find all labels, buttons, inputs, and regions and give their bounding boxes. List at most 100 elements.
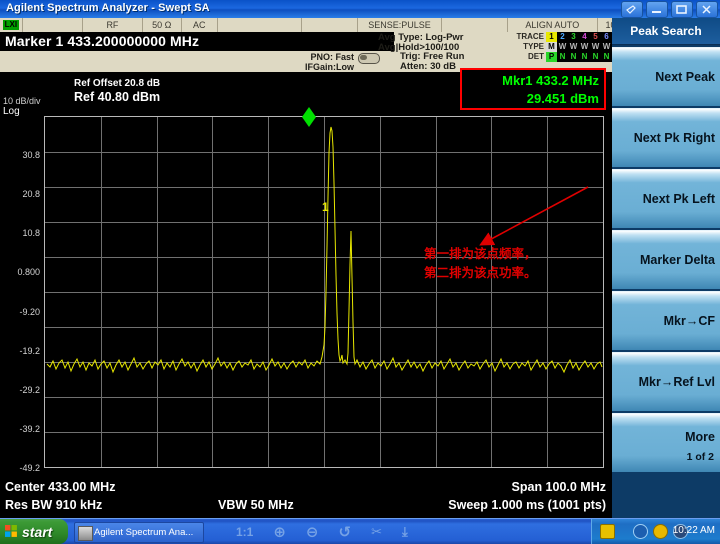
softkey-next-pk-left[interactable]: Next Pk Left (612, 169, 720, 228)
status-coupling: AC (182, 18, 219, 32)
pno-ifgain-block[interactable]: PNO: Fast IFGain:Low (268, 52, 354, 72)
trace-type-6[interactable]: W (601, 42, 612, 52)
db-per-div-label: 10 dB/div (3, 96, 41, 106)
help-tray-icon[interactable] (600, 524, 615, 539)
y-tick-3: 0.800 (17, 267, 40, 277)
window-buttons (621, 1, 718, 18)
softkey-more-page: 1 of 2 (687, 451, 714, 463)
y-tick-7: -39.2 (19, 424, 40, 434)
trace-det-1[interactable]: P (546, 52, 557, 62)
bottom-info-bar: Center 433.00 MHz Span 100.0 MHz Res BW … (0, 478, 612, 518)
trace-legend: TRACE 1 2 3 4 5 6 TYPE M W W W W (513, 32, 612, 64)
softkey-marker-delta-label: Marker Delta (640, 253, 715, 267)
marker-readout-box: Mkr1 433.2 MHz 29.451 dBm (460, 68, 606, 110)
trace-type-2[interactable]: W (557, 42, 568, 52)
trace-num-4[interactable]: 4 (579, 32, 590, 42)
softkey-mkr-to-ref-lvl-label: Mkr→Ref Lvl (639, 375, 715, 389)
zoom-1-to-1-icon[interactable]: 1:1 (236, 525, 253, 539)
spectrum-analyzer-window: Agilent Spectrum Analyzer - Swept SA LXI… (0, 0, 720, 543)
y-tick-2: 10.8 (22, 228, 40, 238)
type-row-label: TYPE (513, 42, 546, 52)
trace-curve (45, 117, 603, 467)
res-bw-label: Res BW 910 kHz (5, 498, 102, 512)
window-titlebar: Agilent Spectrum Analyzer - Swept SA (0, 0, 720, 19)
lxi-badge: LXI (3, 20, 19, 30)
softkey-menu-title: Peak Search (612, 18, 720, 45)
trace-type-5[interactable]: W (590, 42, 601, 52)
lock-tray-icon[interactable] (653, 524, 668, 539)
pno-label: PNO: Fast (268, 52, 354, 62)
annotation-line-2: 第二排为该点功率。 (424, 263, 537, 282)
det-row: DET P N N N N N (513, 52, 612, 62)
det-row-label: DET (513, 52, 546, 62)
zoom-in-icon[interactable]: ⊕ (273, 523, 286, 541)
marker-readout-frequency: Mkr1 433.2 MHz (462, 70, 604, 90)
system-tray: 10:22 AM (591, 519, 720, 544)
trigger-block: Trig: Free Run Atten: 30 dB (400, 52, 464, 72)
vbw-label: VBW 50 MHz (218, 498, 294, 512)
trace-num-1[interactable]: 1 (546, 32, 557, 42)
softkey-next-pk-right[interactable]: Next Pk Right (612, 108, 720, 167)
softkey-mkr-to-cf[interactable]: Mkr→CF (612, 291, 720, 350)
softkey-marker-delta[interactable]: Marker Delta (612, 230, 720, 289)
y-tick-0: 30.8 (22, 150, 40, 160)
save-icon[interactable]: ⤓ (402, 524, 408, 540)
window-title: Agilent Spectrum Analyzer - Swept SA (6, 2, 210, 14)
taskbar-item-label: Agilent Spectrum Ana... (94, 527, 193, 538)
minimize-button[interactable] (646, 1, 668, 18)
trace-det-4[interactable]: N (579, 52, 590, 62)
y-tick-8: -49.2 (19, 463, 40, 473)
start-button-label: start (22, 524, 52, 540)
taskbar-clock: 10:22 AM (673, 525, 715, 536)
sweep-label: Sweep 1.000 ms (1001 pts) (448, 498, 606, 512)
windows-taskbar: start Agilent Spectrum Ana... 1:1 ⊕ ⊖ ↺ … (0, 518, 720, 544)
ifgain-label: IFGain:Low (268, 62, 354, 72)
status-align: ALIGN AUTO (508, 18, 598, 32)
trace-type-4[interactable]: W (579, 42, 590, 52)
trace-det-5[interactable]: N (590, 52, 601, 62)
status-blank-2 (218, 18, 302, 32)
trace-det-3[interactable]: N (568, 52, 579, 62)
trace-det-2[interactable]: N (557, 52, 568, 62)
average-block: Avg Type: Log-Pwr Avg|Hold>100/100 (378, 33, 464, 53)
avg-hold-label: Avg|Hold>100/100 (378, 43, 464, 53)
trace-num-6[interactable]: 6 (601, 32, 612, 42)
trace-num-3[interactable]: 3 (568, 32, 579, 42)
trace-num-2[interactable]: 2 (557, 32, 568, 42)
status-rf: RF (83, 18, 143, 32)
app-icon (78, 526, 93, 541)
marker-frequency-text: Marker 1 433.200000000 MHz (5, 33, 199, 49)
marker-readout-amplitude: 29.451 dBm (462, 90, 604, 108)
softkey-mkr-to-ref-lvl[interactable]: Mkr→Ref Lvl (612, 352, 720, 411)
softkey-next-peak[interactable]: Next Peak (612, 47, 720, 106)
trace-row: TRACE 1 2 3 4 5 6 (513, 32, 612, 42)
plot-area[interactable] (44, 116, 604, 468)
marker-frequency-banner: Marker 1 433.200000000 MHz (0, 32, 394, 51)
close-button[interactable] (696, 1, 718, 18)
cut-icon[interactable]: ✂ (371, 524, 382, 540)
marker-number-label: 1 (322, 200, 329, 214)
trace-type-3[interactable]: W (568, 42, 579, 52)
spectrum-graph[interactable]: Ref Offset 20.8 dB Ref 40.80 dBm 10 dB/d… (0, 72, 612, 478)
annotation-line-1: 第一排为该点频率， (424, 244, 537, 263)
trace-type-1[interactable]: M (546, 42, 557, 52)
softkey-more-label: More (685, 430, 715, 444)
status-sense: SENSE:PULSE (358, 18, 442, 32)
start-button[interactable]: start (0, 519, 68, 544)
speaker-tray-icon[interactable] (633, 524, 648, 539)
softkey-more[interactable]: More 1 of 2 (612, 413, 720, 472)
softkey-next-peak-label: Next Peak (655, 70, 715, 84)
pin-button[interactable] (621, 1, 643, 18)
taskbar-item-spectrum-analyzer[interactable]: Agilent Spectrum Ana... (74, 522, 204, 543)
pno-toggle-icon[interactable] (358, 53, 380, 64)
refresh-icon[interactable]: ↺ (339, 523, 352, 541)
trace-num-5[interactable]: 5 (590, 32, 601, 42)
softkey-mkr-to-cf-label: Mkr→CF (664, 314, 715, 328)
windows-logo-icon (5, 525, 18, 538)
network-tray-icon[interactable] (620, 525, 628, 538)
zoom-out-icon[interactable]: ⊖ (306, 523, 319, 541)
trace-det-6[interactable]: N (601, 52, 612, 62)
status-blank-4 (442, 18, 508, 32)
maximize-button[interactable] (671, 1, 693, 18)
chinese-annotation: 第一排为该点频率， 第二排为该点功率。 (424, 244, 537, 282)
